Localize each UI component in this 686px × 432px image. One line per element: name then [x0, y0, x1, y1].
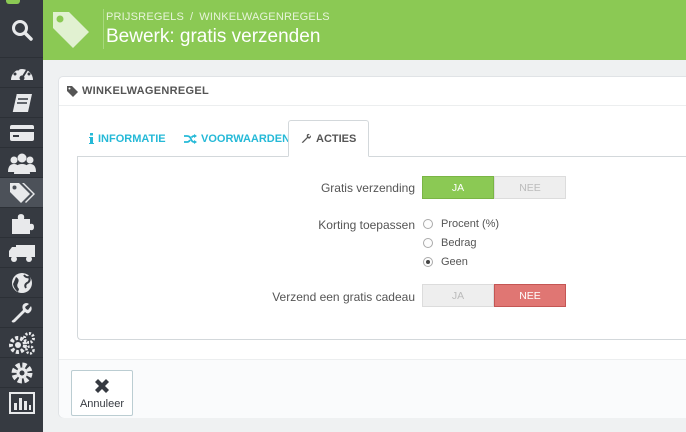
- gear-icon: [11, 362, 32, 383]
- truck-icon: [8, 244, 35, 262]
- breadcrumb-item[interactable]: PRIJSREGELS: [106, 11, 184, 23]
- actions-form: Gratis verzending JA NEE Korting toepass…: [77, 156, 686, 340]
- stats-icon: [8, 391, 35, 414]
- sidebar-top-strip: [0, 0, 43, 6]
- sidebar: [0, 0, 43, 432]
- breadcrumb-item[interactable]: WINKELWAGENREGELS: [199, 11, 330, 23]
- sidebar-item-catalog[interactable]: [0, 87, 43, 117]
- wrench-icon: [11, 302, 32, 322]
- free-shipping-label: Gratis verzending: [320, 181, 415, 195]
- sidebar-item-administration[interactable]: [0, 357, 43, 387]
- tags-icon: [53, 12, 89, 48]
- free-gift-yes[interactable]: JA: [422, 284, 494, 307]
- info-icon: [89, 133, 94, 144]
- close-icon: [95, 378, 109, 393]
- tab-information[interactable]: INFORMATIE: [89, 120, 166, 157]
- discount-option-percent[interactable]: Procent (%): [423, 218, 499, 230]
- radio-button[interactable]: [423, 219, 433, 229]
- dashboard-icon: [10, 65, 33, 80]
- tab-actions[interactable]: ACTIES: [288, 120, 370, 157]
- sidebar-item-customers[interactable]: [0, 147, 43, 177]
- page-title: Bewerk: gratis verzenden: [106, 26, 321, 47]
- credit-card-icon: [9, 124, 34, 141]
- sidebar-item-localization[interactable]: [0, 267, 43, 297]
- tab-label: INFORMATIE: [98, 132, 166, 145]
- tab-label: VOORWAARDEN: [201, 132, 291, 145]
- cart-rule-panel: WINKELWAGENREGEL INFORMATIE VOORWAARDEN …: [58, 76, 686, 418]
- radio-button-selected[interactable]: [423, 257, 433, 267]
- globe-icon: [11, 272, 32, 293]
- free-shipping-switch[interactable]: JA NEE: [422, 176, 566, 199]
- header-divider: [103, 9, 104, 49]
- breadcrumb: PRIJSREGELS / WINKELWAGENREGELS: [106, 11, 330, 23]
- sidebar-item-advanced[interactable]: [0, 327, 43, 357]
- sidebar-item-preferences[interactable]: [0, 297, 43, 327]
- tags-icon: [9, 182, 35, 203]
- discount-option-amount[interactable]: Bedrag: [423, 237, 476, 249]
- free-gift-label: Verzend een gratis cadeau: [272, 290, 415, 304]
- wrench-icon: [301, 133, 311, 143]
- random-icon: [184, 133, 197, 144]
- cogs-icon: [8, 331, 35, 355]
- search-icon: [11, 20, 33, 41]
- sidebar-item-orders[interactable]: [0, 117, 43, 147]
- tag-icon: [67, 85, 78, 97]
- discount-option-none[interactable]: Geen: [423, 256, 468, 268]
- cancel-label: Annuleer: [79, 397, 125, 410]
- free-gift-switch[interactable]: JA NEE: [422, 284, 566, 307]
- breadcrumb-separator: /: [190, 11, 194, 23]
- sidebar-item-modules[interactable]: [0, 207, 43, 237]
- panel-footer: Annuleer: [59, 359, 686, 418]
- sidebar-item-shipping[interactable]: [0, 237, 43, 267]
- tab-conditions[interactable]: VOORWAARDEN: [184, 120, 290, 157]
- radio-label: Procent (%): [441, 218, 500, 230]
- radio-label: Geen: [441, 256, 468, 268]
- users-icon: [7, 153, 36, 174]
- free-shipping-yes[interactable]: JA: [422, 176, 494, 199]
- panel-title: WINKELWAGENREGEL: [82, 85, 210, 97]
- free-gift-no[interactable]: NEE: [494, 284, 566, 307]
- discount-label: Korting toepassen: [318, 218, 415, 232]
- tab-label: ACTIES: [316, 132, 357, 145]
- page-header: PRIJSREGELS / WINKELWAGENREGELS Bewerk: gr…: [43, 0, 686, 60]
- sidebar-item-dashboard[interactable]: [0, 57, 43, 87]
- puzzle-icon: [11, 213, 34, 234]
- panel-heading: WINKELWAGENREGEL: [59, 77, 686, 106]
- cancel-button[interactable]: Annuleer: [71, 370, 133, 416]
- radio-button[interactable]: [423, 238, 433, 248]
- free-shipping-no[interactable]: NEE: [494, 176, 566, 199]
- search-button[interactable]: [0, 11, 43, 49]
- radio-label: Bedrag: [441, 237, 477, 249]
- sidebar-item-stats[interactable]: [0, 387, 43, 417]
- book-icon: [10, 93, 32, 112]
- sidebar-item-price-rules[interactable]: [0, 177, 43, 207]
